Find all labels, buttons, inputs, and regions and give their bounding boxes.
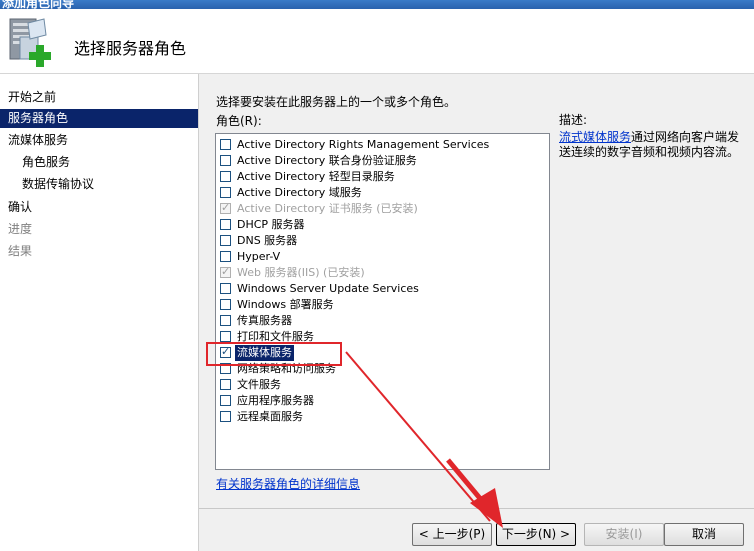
role-checkbox[interactable] — [220, 171, 231, 182]
role-label: Hyper-V — [237, 250, 281, 263]
role-label: 文件服务 — [237, 378, 281, 391]
checkmark-icon: ✓ — [221, 265, 231, 278]
role-label: 远程桌面服务 — [237, 410, 303, 423]
role-label: Active Directory 证书服务 (已安装) — [237, 202, 418, 215]
role-checkbox[interactable] — [220, 299, 231, 310]
role-label: Active Directory Rights Management Servi… — [237, 138, 490, 151]
role-checkbox[interactable] — [220, 139, 231, 150]
nav-item-before-you-begin[interactable]: 开始之前 — [0, 88, 198, 107]
role-label: 传真服务器 — [237, 314, 292, 327]
cancel-button[interactable]: 取消 — [664, 523, 744, 546]
instruction-text: 选择要安装在此服务器上的一个或多个角色。 — [216, 95, 457, 109]
description-text: 流式媒体服务通过网络向客户端发送连续的数字音频和视频内容流。 — [559, 130, 749, 160]
wizard-nav: 开始之前 服务器角色 流媒体服务 角色服务 数据传输协议 确认 进度 结果 — [0, 74, 199, 551]
next-button[interactable]: 下一步(N) > — [496, 523, 576, 546]
nav-label: 角色服务 — [22, 155, 71, 169]
role-label: 应用程序服务器 — [237, 394, 314, 407]
role-checkbox[interactable] — [220, 379, 231, 390]
role-checkbox[interactable] — [220, 155, 231, 166]
back-button[interactable]: < 上一步(P) — [412, 523, 492, 546]
nav-label: 数据传输协议 — [22, 177, 95, 191]
nav-label: 进度 — [8, 222, 33, 236]
button-bar-divider — [199, 508, 754, 509]
nav-label: 结果 — [8, 244, 33, 258]
role-label: Windows 部署服务 — [237, 298, 334, 311]
nav-item-streaming-media[interactable]: 流媒体服务 — [0, 131, 198, 150]
install-button: 安装(I) — [584, 523, 664, 546]
page-title: 选择服务器角色 — [74, 39, 187, 58]
role-checkbox[interactable] — [220, 331, 231, 342]
role-label: Active Directory 域服务 — [237, 186, 362, 199]
nav-item-server-roles[interactable]: 服务器角色 — [0, 109, 198, 128]
checkmark-icon: ✓ — [221, 201, 231, 214]
more-info-link[interactable]: 有关服务器角色的详细信息 — [216, 475, 360, 492]
role-checkbox[interactable] — [220, 283, 231, 294]
role-checkbox[interactable] — [220, 315, 231, 326]
roles-listbox[interactable]: Active Directory Rights Management Servi… — [215, 133, 550, 470]
role-checkbox[interactable] — [220, 411, 231, 422]
nav-item-role-services[interactable]: 角色服务 — [0, 153, 198, 172]
server-add-icon — [9, 18, 51, 67]
nav-item-confirmation[interactable]: 确认 — [0, 198, 198, 217]
role-label: Windows Server Update Services — [237, 282, 419, 295]
role-checkbox[interactable] — [220, 395, 231, 406]
wizard-header: 选择服务器角色 — [0, 9, 754, 74]
nav-label: 确认 — [8, 200, 33, 214]
nav-item-progress: 进度 — [0, 220, 198, 239]
roles-label: 角色(R): — [216, 114, 262, 128]
role-label: Web 服务器(IIS) (已安装) — [237, 266, 365, 279]
role-label: DHCP 服务器 — [237, 218, 305, 231]
annotation-highlight-box — [206, 342, 342, 366]
role-checkbox: ✓ — [220, 265, 231, 278]
nav-label: 开始之前 — [8, 90, 57, 104]
nav-label: 服务器角色 — [8, 111, 69, 125]
role-checkbox[interactable] — [220, 235, 231, 246]
nav-item-results: 结果 — [0, 242, 198, 261]
role-checkbox[interactable] — [220, 187, 231, 198]
role-label: Active Directory 联合身份验证服务 — [237, 154, 417, 167]
role-label: DNS 服务器 — [237, 234, 298, 247]
description-title: 描述: — [559, 113, 588, 127]
nav-label: 流媒体服务 — [8, 133, 69, 147]
role-checkbox[interactable] — [220, 219, 231, 230]
description-link[interactable]: 流式媒体服务 — [559, 130, 631, 144]
role-checkbox: ✓ — [220, 201, 231, 214]
role-label: Active Directory 轻型目录服务 — [237, 170, 395, 183]
role-checkbox[interactable] — [220, 251, 231, 262]
content-pane: 选择要安装在此服务器上的一个或多个角色。 角色(R): Active Direc… — [199, 74, 754, 508]
title-bar: 添加角色向导 — [0, 0, 754, 9]
window-title: 添加角色向导 — [2, 0, 75, 9]
nav-item-data-transfer-protocol[interactable]: 数据传输协议 — [0, 175, 198, 194]
